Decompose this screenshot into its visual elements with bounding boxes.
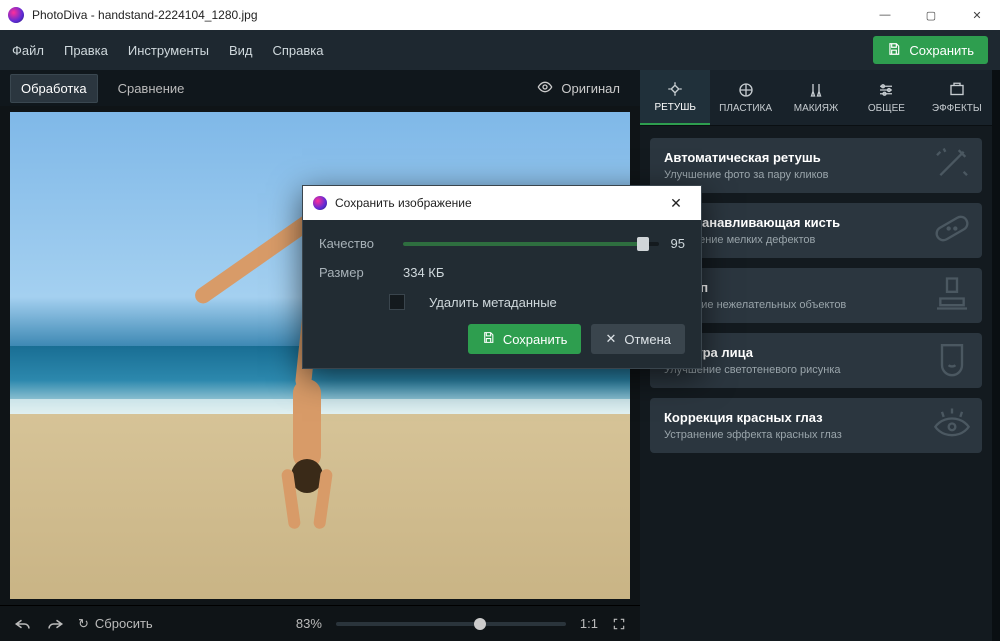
card-subtitle: Устранение мелких дефектов: [664, 234, 968, 246]
tool-makeup[interactable]: МАКИЯЖ: [781, 70, 851, 125]
save-button[interactable]: Сохранить: [873, 36, 988, 64]
app-icon: [313, 196, 327, 210]
size-label: Размер: [319, 265, 389, 280]
menu-help[interactable]: Справка: [272, 43, 323, 58]
menu-tools[interactable]: Инструменты: [128, 43, 209, 58]
size-value: 334 КБ: [403, 265, 444, 280]
save-icon: [887, 42, 901, 59]
window-title: PhotoDiva - handstand-2224104_1280.jpg: [32, 8, 862, 22]
delete-metadata-checkbox[interactable]: [389, 294, 405, 310]
card-title: Автоматическая ретушь: [664, 150, 968, 165]
card-subtitle: Улучшение светотеневого рисунка: [664, 364, 968, 376]
minimize-button[interactable]: ―: [862, 0, 908, 30]
save-icon: [482, 331, 495, 347]
dialog-cancel-label: Отмена: [624, 332, 671, 347]
menu-view[interactable]: Вид: [229, 43, 253, 58]
original-button[interactable]: Оригинал: [527, 79, 630, 98]
zoom-1to1[interactable]: 1:1: [580, 616, 598, 631]
tool-makeup-label: МАКИЯЖ: [794, 103, 838, 114]
quality-label: Качество: [319, 236, 389, 251]
dialog-close-button[interactable]: ✕: [661, 195, 691, 212]
reset-label: Сбросить: [95, 616, 153, 631]
reset-icon: ↻: [78, 616, 89, 632]
menubar: Файл Правка Инструменты Вид Справка Сохр…: [0, 30, 1000, 70]
dialog-save-button[interactable]: Сохранить: [468, 324, 582, 354]
liquify-icon: [737, 81, 755, 99]
card-subtitle: Улучшение фото за пару кликов: [664, 169, 968, 181]
dialog-cancel-button[interactable]: ✕ Отмена: [591, 324, 685, 354]
tab-processing[interactable]: Обработка: [10, 74, 98, 103]
tab-compare[interactable]: Сравнение: [108, 75, 195, 102]
dialog-title: Сохранить изображение: [335, 196, 661, 210]
undo-button[interactable]: [14, 617, 32, 631]
tool-effects[interactable]: ЭФФЕКТЫ: [922, 70, 992, 125]
card-subtitle: Устранение эффекта красных глаз: [664, 429, 968, 441]
dialog-save-label: Сохранить: [503, 332, 568, 347]
scrollbar[interactable]: [992, 70, 1000, 641]
menu-file[interactable]: Файл: [12, 43, 44, 58]
tool-effects-label: ЭФФЕКТЫ: [932, 103, 982, 114]
tool-retouch[interactable]: РЕТУШЬ: [640, 70, 710, 125]
quality-slider[interactable]: [403, 242, 659, 246]
save-button-label: Сохранить: [909, 43, 974, 58]
sparkle-icon: [666, 80, 684, 98]
zoom-slider[interactable]: [336, 622, 566, 626]
bandage-icon: [932, 208, 972, 253]
reset-button[interactable]: ↻ Сбросить: [78, 616, 153, 632]
redo-button[interactable]: [46, 617, 64, 631]
face-icon: [932, 338, 972, 383]
quality-value: 95: [671, 236, 685, 251]
card-title: Штамп: [664, 280, 968, 295]
eye-rays-icon: [932, 403, 972, 448]
save-dialog: Сохранить изображение ✕ Качество 95 Разм…: [302, 185, 702, 369]
maximize-button[interactable]: ▢: [908, 0, 954, 30]
card-title: Коррекция красных глаз: [664, 410, 968, 425]
tool-liquify[interactable]: ПЛАСТИКА: [710, 70, 780, 125]
makeup-icon: [807, 81, 825, 99]
zoom-value: 83%: [296, 616, 322, 631]
tool-general[interactable]: ОБЩЕЕ: [851, 70, 921, 125]
card-title: Восстанавливающая кисть: [664, 215, 968, 230]
wand-icon: [932, 143, 972, 188]
card-subtitle: Удаление нежелательных объектов: [664, 299, 968, 311]
delete-metadata-label: Удалить метаданные: [429, 295, 557, 310]
window-titlebar: PhotoDiva - handstand-2224104_1280.jpg ―…: [0, 0, 1000, 30]
app-icon: [8, 7, 24, 23]
original-label: Оригинал: [561, 81, 620, 96]
tool-retouch-label: РЕТУШЬ: [654, 102, 696, 113]
card-red-eye[interactable]: Коррекция красных глаз Устранение эффект…: [650, 398, 982, 453]
close-button[interactable]: ✕: [954, 0, 1000, 30]
stamp-icon: [932, 273, 972, 318]
tool-liquify-label: ПЛАСТИКА: [719, 103, 772, 114]
card-title: Фактура лица: [664, 345, 968, 360]
menu-edit[interactable]: Правка: [64, 43, 108, 58]
eye-icon: [537, 79, 553, 98]
tool-general-label: ОБЩЕЕ: [868, 103, 905, 114]
close-icon: ✕: [605, 331, 616, 347]
fit-screen-button[interactable]: [612, 617, 626, 631]
sliders-icon: [877, 81, 895, 99]
effects-icon: [948, 81, 966, 99]
